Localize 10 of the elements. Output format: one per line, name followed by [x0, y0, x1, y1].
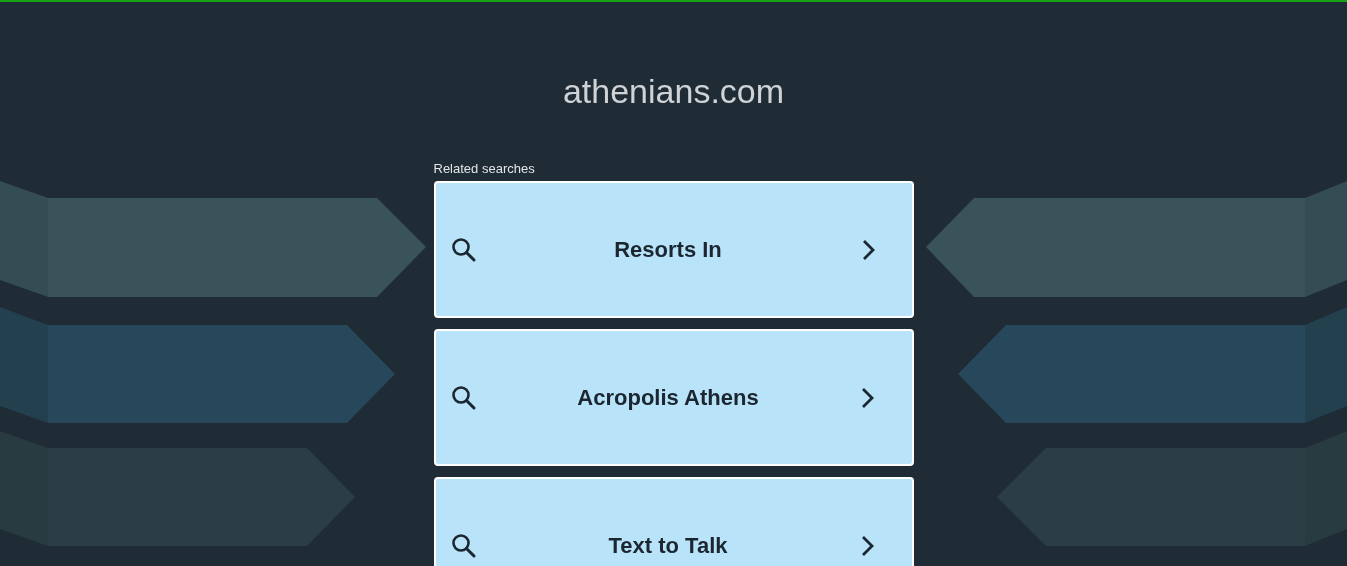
site-title: athenians.com	[562, 72, 785, 110]
search-icon	[450, 532, 477, 559]
related-searches-label: Related searches	[433, 161, 536, 176]
chevron-right-icon	[859, 533, 876, 558]
search-link[interactable]: Text to Talk	[433, 477, 914, 566]
search-icon	[450, 384, 477, 411]
search-icon	[450, 236, 477, 263]
search-link[interactable]: Resorts In	[433, 181, 914, 318]
chevron-right-icon	[859, 385, 876, 410]
search-link[interactable]: Acropolis Athens	[433, 329, 914, 466]
